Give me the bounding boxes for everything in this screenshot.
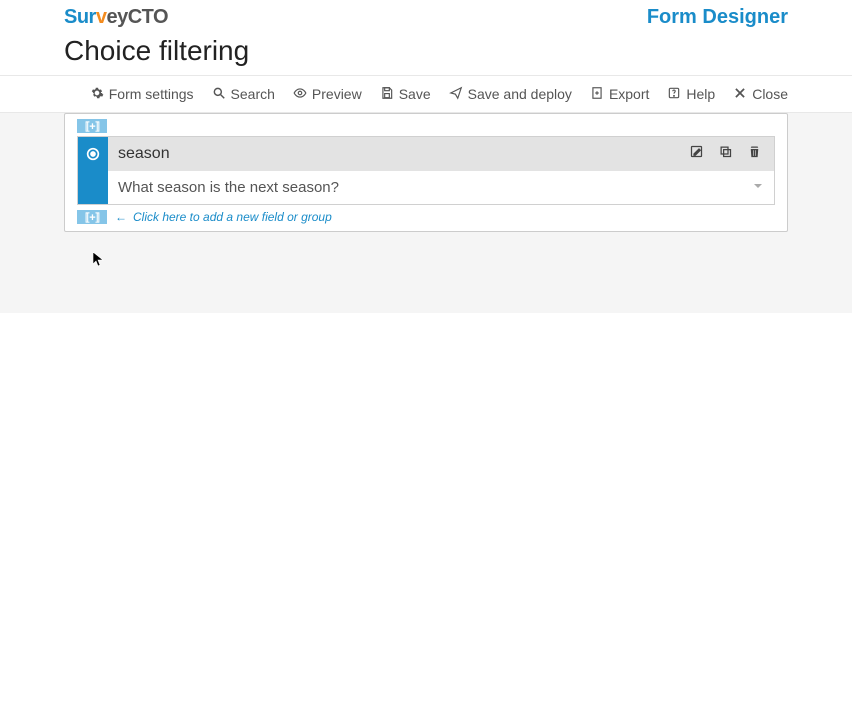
duplicate-field-button[interactable] [718,144,733,164]
help-icon [667,86,681,103]
close-icon [733,86,747,103]
delete-field-button[interactable] [747,144,762,164]
edit-field-button[interactable] [689,144,704,164]
export-icon [590,86,604,103]
preview-button[interactable]: Preview [293,86,362,103]
export-label: Export [609,86,649,102]
send-icon [449,86,463,103]
gear-icon [90,86,104,103]
save-button[interactable]: Save [380,86,431,103]
eye-icon [293,86,307,103]
editor-area: season What season is the next seas [0,113,852,313]
form-settings-button[interactable]: Form settings [90,86,194,103]
field-label: What season is the next season? [118,179,339,196]
help-button[interactable]: Help [667,86,715,103]
close-label: Close [752,86,788,102]
field-block[interactable]: season What season is the next seas [77,136,775,205]
form-canvas: season What season is the next seas [64,113,788,232]
close-button[interactable]: Close [733,86,788,103]
field-name: season [108,137,689,171]
search-button[interactable]: Search [212,86,275,103]
search-icon [212,86,226,103]
search-label: Search [231,86,275,102]
add-field-hint[interactable]: ←Click here to add a new field or group [115,210,332,224]
field-type-select-one-icon [78,137,108,171]
export-button[interactable]: Export [590,86,649,103]
save-icon [380,86,394,103]
add-field-slot-top[interactable] [77,119,107,133]
save-label: Save [399,86,431,102]
field-type-stripe [78,171,108,204]
toolbar: Form settings Search Preview Save Save a… [0,75,852,113]
page-title: Choice filtering [0,29,852,75]
logo: SurveyCTO [64,6,168,29]
save-deploy-label: Save and deploy [468,86,572,102]
add-field-slot-bottom[interactable] [77,210,107,224]
app-mode-label: Form Designer [647,6,788,29]
help-label: Help [686,86,715,102]
save-deploy-button[interactable]: Save and deploy [449,86,572,103]
preview-label: Preview [312,86,362,102]
form-settings-label: Form settings [109,86,194,102]
expand-field-button[interactable] [752,179,764,196]
